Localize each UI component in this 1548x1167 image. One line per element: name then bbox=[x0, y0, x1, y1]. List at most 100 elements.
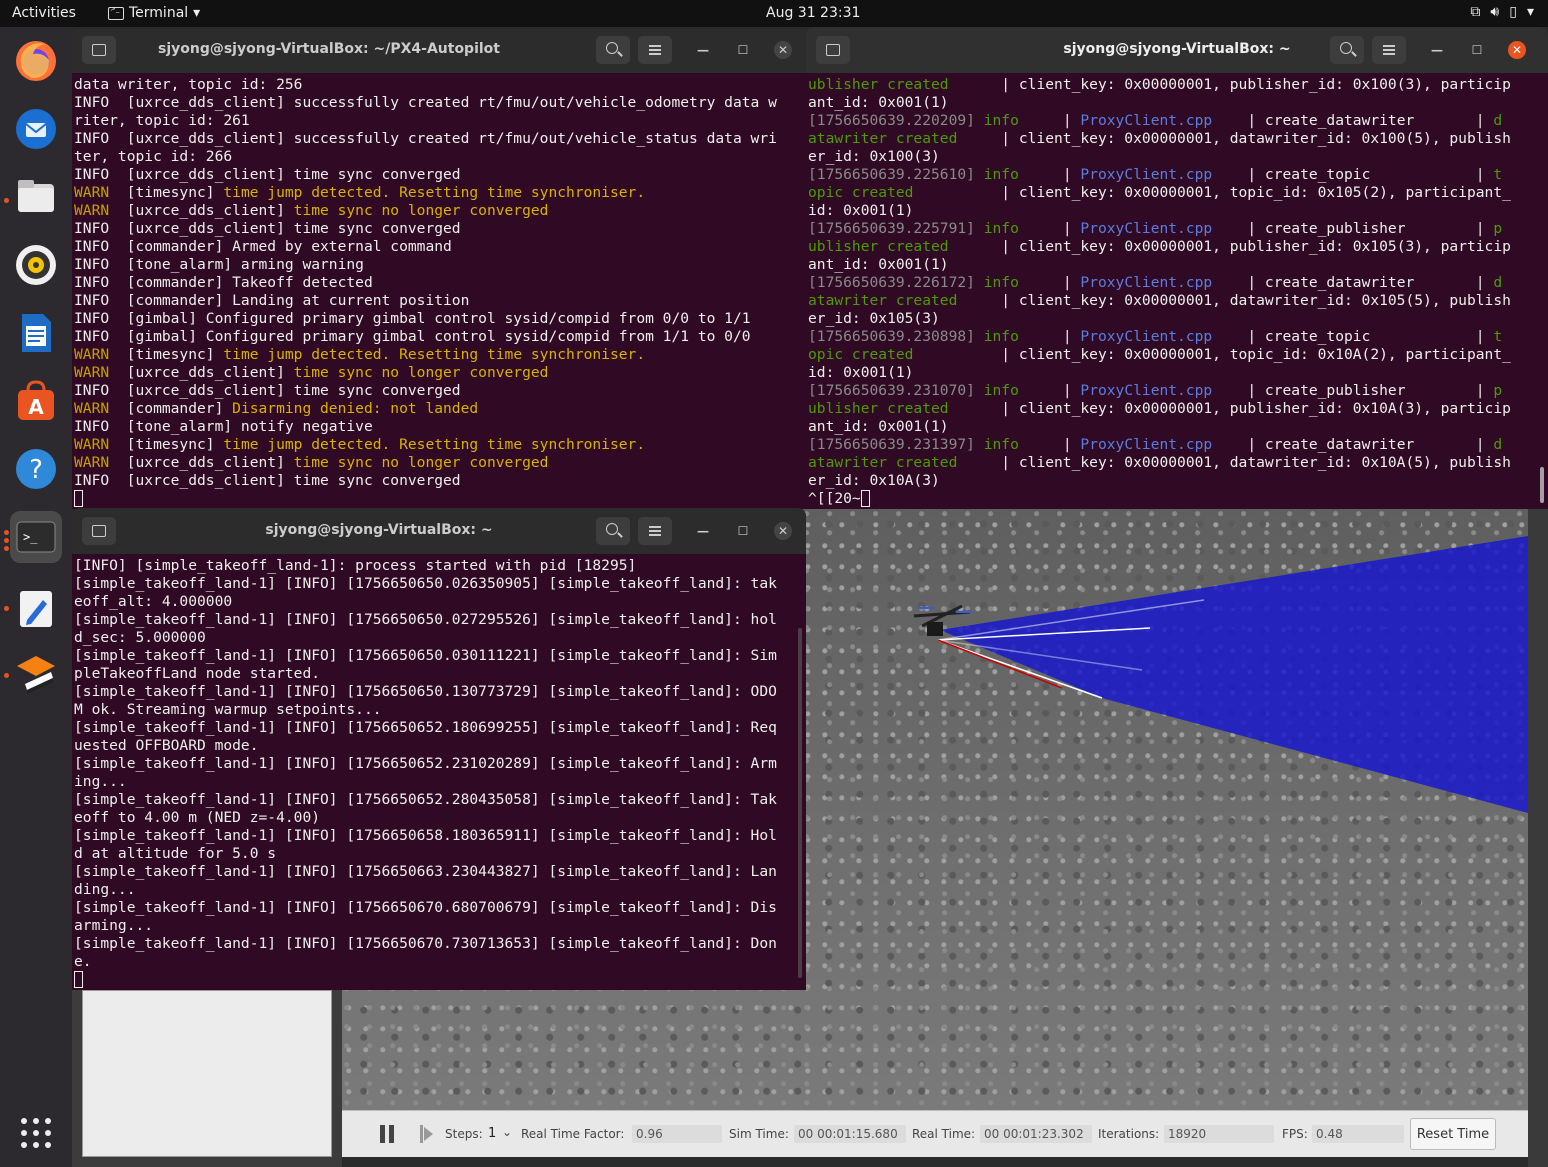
activities-button[interactable]: Activities bbox=[12, 5, 76, 21]
terminal-text: er_id: 0x105(3) bbox=[808, 310, 940, 327]
close-button[interactable]: ✕ bbox=[1508, 41, 1526, 59]
ros-terminal-window[interactable]: sjyong@sjyong-VirtualBox: ~ — ☐ ✕ [INFO]… bbox=[72, 508, 806, 990]
reset-time-button[interactable]: Reset Time bbox=[1410, 1118, 1496, 1150]
terminal-output[interactable]: ublisher created | client_key: 0x0000000… bbox=[806, 73, 1548, 509]
terminal-text: eoff_alt: 4.000000 bbox=[74, 593, 233, 610]
terminal-text: | bbox=[1018, 112, 1081, 129]
steps-value[interactable]: 1 bbox=[488, 1126, 496, 1141]
terminal-line: ^[[20~ bbox=[808, 490, 1548, 508]
terminal-line: [simple_takeoff_land-1] [INFO] [17566506… bbox=[74, 863, 806, 881]
menu-button[interactable] bbox=[638, 517, 672, 545]
svg-text:>_: >_ bbox=[23, 530, 38, 544]
terminal-text: | client_key: 0x00000001, publisher_id: … bbox=[948, 76, 1511, 93]
terminal-text: ublisher created bbox=[808, 400, 949, 417]
title-bar[interactable]: sjyong@sjyong-VirtualBox: ~/PX4-Autopilo… bbox=[72, 27, 806, 73]
terminal-text: arming... bbox=[74, 917, 154, 934]
terminal-line: id: 0x001(1) bbox=[808, 202, 1548, 220]
terminal-text: time jump detected. Resetting time synch… bbox=[223, 184, 646, 201]
app-menu[interactable]: Terminal ▾ bbox=[108, 5, 200, 21]
scrollbar[interactable] bbox=[798, 628, 802, 978]
title-bar[interactable]: sjyong@sjyong-VirtualBox: ~ — ☐ ✕ bbox=[72, 508, 806, 554]
minimize-button[interactable]: — bbox=[694, 41, 712, 59]
rhythmbox-icon[interactable] bbox=[10, 239, 62, 291]
text-cursor bbox=[74, 490, 83, 507]
terminal-text: | bbox=[1018, 274, 1081, 291]
gazebo-right-panel-edge[interactable] bbox=[1528, 508, 1548, 1167]
system-tray[interactable]: ⧉ 🔊︎ ▯ ▾ bbox=[1470, 4, 1534, 20]
pause-button[interactable] bbox=[380, 1125, 396, 1143]
iterations-label: Iterations: bbox=[1098, 1127, 1160, 1141]
text-editor-icon[interactable] bbox=[10, 583, 62, 635]
terminal-text: pleTakeoffLand node started. bbox=[74, 665, 321, 682]
terminal-text: | client_key: 0x00000001, topic_id: 0x10… bbox=[913, 346, 1511, 363]
terminal-line: [1756650639.225610] info | ProxyClient.c… bbox=[808, 166, 1548, 184]
gazebo-left-panel[interactable] bbox=[82, 990, 332, 1157]
network-icon: ⧉ bbox=[1470, 4, 1481, 20]
show-apps-icon[interactable] bbox=[10, 1107, 62, 1159]
terminal-text: [uxrce_dds_client] bbox=[126, 364, 294, 381]
gazebo-icon[interactable] bbox=[10, 647, 62, 699]
terminal-text: info bbox=[983, 220, 1019, 237]
terminal-text: t bbox=[1493, 328, 1503, 345]
thunderbird-icon[interactable] bbox=[10, 103, 62, 155]
terminal-text: [timesync] bbox=[126, 346, 224, 363]
firefox-icon[interactable] bbox=[10, 35, 62, 87]
prompt-line bbox=[74, 971, 806, 989]
search-button[interactable] bbox=[596, 36, 630, 64]
scrollbar[interactable] bbox=[1540, 467, 1544, 503]
terminal-text: ProxyClient.cpp bbox=[1080, 382, 1213, 399]
terminal-text: | bbox=[1018, 166, 1081, 183]
terminal-line: ter, topic id: 266 bbox=[74, 148, 806, 166]
terminal-line: [1756650639.231397] info | ProxyClient.c… bbox=[808, 436, 1548, 454]
terminal-text: | create_datawriter | bbox=[1212, 274, 1494, 291]
terminal-line: INFO [uxrce_dds_client] time sync conver… bbox=[74, 472, 806, 490]
terminal-text: time jump detected. Resetting time synch… bbox=[223, 346, 646, 363]
help-icon[interactable]: ? bbox=[10, 443, 62, 495]
terminal-text: | bbox=[1018, 436, 1081, 453]
search-button[interactable] bbox=[1330, 36, 1364, 64]
terminal-line: INFO [gimbal] Configured primary gimbal … bbox=[74, 328, 806, 346]
terminal-text: time jump detected. Resetting time synch… bbox=[223, 436, 646, 453]
search-button[interactable] bbox=[596, 517, 630, 545]
terminal-text: d_sec: 5.000000 bbox=[74, 629, 206, 646]
terminal-text: ProxyClient.cpp bbox=[1080, 220, 1213, 237]
terminal-text: | client_key: 0x00000001, publisher_id: … bbox=[948, 400, 1511, 417]
terminal-text: [simple_takeoff_land-1] [INFO] [17566506… bbox=[74, 791, 777, 808]
terminal-line: riter, topic id: 261 bbox=[74, 112, 806, 130]
terminal-line: ublisher created | client_key: 0x0000000… bbox=[808, 400, 1548, 418]
app-center-icon[interactable]: A bbox=[10, 375, 62, 427]
libreoffice-writer-icon[interactable] bbox=[10, 307, 62, 359]
terminal-icon[interactable]: >_ bbox=[10, 511, 62, 563]
terminal-text: | create_datawriter | bbox=[1212, 112, 1494, 129]
close-button[interactable]: ✕ bbox=[774, 522, 792, 540]
terminal-text: er_id: 0x10A(3) bbox=[808, 472, 940, 489]
maximize-button[interactable]: ☐ bbox=[734, 522, 752, 540]
close-button[interactable]: ✕ bbox=[774, 41, 792, 59]
minimize-button[interactable]: — bbox=[694, 522, 712, 540]
terminal-output[interactable]: [INFO] [simple_takeoff_land-1]: process … bbox=[72, 554, 806, 990]
clock[interactable]: Aug 31 23:31 bbox=[766, 5, 860, 21]
maximize-button[interactable]: ☐ bbox=[1468, 41, 1486, 59]
terminal-text: INFO [uxrce_dds_client] successfully cre… bbox=[74, 94, 777, 111]
chevron-down-icon[interactable]: ⌄ bbox=[502, 1125, 512, 1139]
menu-button[interactable] bbox=[1372, 36, 1406, 64]
terminal-text: [1756650639.231070] bbox=[808, 382, 975, 399]
menu-button[interactable] bbox=[638, 36, 672, 64]
terminal-text: INFO [uxrce_dds_client] time sync conver… bbox=[74, 220, 461, 237]
terminal-output[interactable]: data writer, topic id: 256 INFO [uxrce_dd… bbox=[72, 73, 806, 509]
terminal-text: WARN bbox=[74, 436, 127, 453]
step-button[interactable] bbox=[420, 1125, 434, 1143]
terminal-line: ing... bbox=[74, 773, 806, 791]
terminal-text: | bbox=[1018, 220, 1081, 237]
px4-terminal-window[interactable]: sjyong@sjyong-VirtualBox: ~/PX4-Autopilo… bbox=[72, 27, 806, 509]
terminal-text: INFO [commander] Takeoff detected bbox=[74, 274, 373, 291]
minimize-button[interactable]: — bbox=[1428, 41, 1446, 59]
terminal-text: id: 0x001(1) bbox=[808, 364, 914, 381]
agent-terminal-window[interactable]: sjyong@sjyong-VirtualBox: ~ — ☐ ✕ ublish… bbox=[806, 27, 1548, 509]
files-icon[interactable] bbox=[10, 171, 62, 223]
maximize-button[interactable]: ☐ bbox=[734, 41, 752, 59]
title-bar[interactable]: sjyong@sjyong-VirtualBox: ~ — ☐ ✕ bbox=[806, 27, 1548, 73]
terminal-line: [1756650639.230898] info | ProxyClient.c… bbox=[808, 328, 1548, 346]
terminal-text: ProxyClient.cpp bbox=[1080, 166, 1213, 183]
terminal-text: ProxyClient.cpp bbox=[1080, 436, 1213, 453]
